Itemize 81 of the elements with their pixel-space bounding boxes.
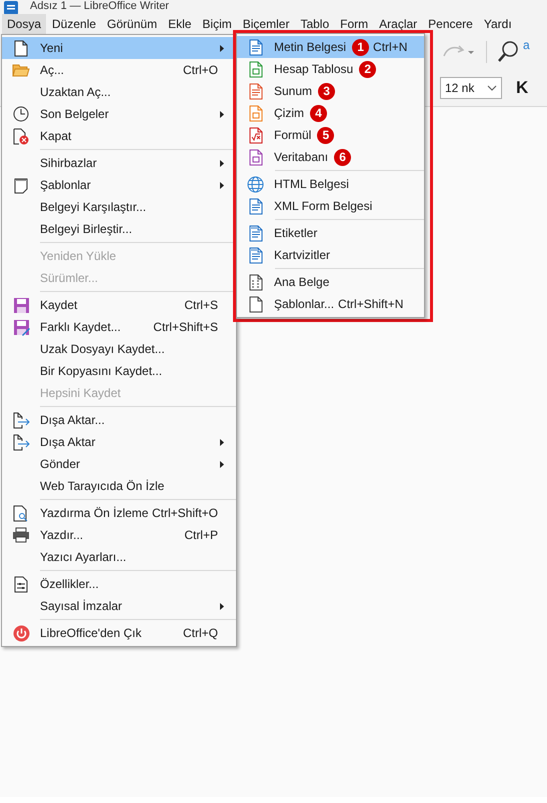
menu-item[interactable]: Gönder [2, 453, 236, 475]
menu-item[interactable]: XML Form Belgesi [237, 195, 424, 217]
menu-item[interactable]: Dışa Aktar [2, 431, 236, 453]
menu-item[interactable]: Uzak Dosyayı Kaydet... [2, 338, 236, 360]
menu-item[interactable]: Ana Belge [237, 271, 424, 293]
menu-item[interactable]: Çizim 4 [237, 102, 424, 124]
number-badge: 1 [352, 38, 370, 56]
label-sheet-icon [248, 246, 262, 264]
clock-icon [13, 106, 29, 122]
menu-item[interactable]: Yazdır... Ctrl+P [2, 524, 236, 546]
floppy-disk-pencil-icon [12, 318, 30, 336]
menu-item[interactable]: LibreOffice'den Çık Ctrl+Q [2, 622, 236, 644]
menu-item[interactable]: Yazdırma Ön İzleme Ctrl+Shift+O [2, 502, 236, 524]
globe-icon [247, 176, 264, 192]
menu-bar-item[interactable]: Ekle [163, 14, 196, 34]
template-icon [14, 176, 28, 194]
properties-icon [14, 576, 28, 592]
menu-item[interactable]: Belgeyi Birleştir... [2, 218, 236, 240]
label-sheet-icon [248, 224, 262, 242]
menu-bar-item[interactable]: Araçlar [374, 14, 422, 34]
folder-icon [12, 63, 30, 77]
menu-item[interactable]: Şablonlar [2, 174, 236, 196]
menu-item[interactable]: Etiketler [237, 222, 424, 244]
menu-bar-item[interactable]: Dosya [2, 14, 46, 34]
page-icon [14, 40, 28, 56]
menu-item[interactable]: Belgeyi Karşılaştır... [2, 196, 236, 218]
bold-button[interactable]: K [516, 78, 528, 98]
menu-item[interactable]: HTML Belgesi [237, 173, 424, 195]
menu-item[interactable]: Özellikler... [2, 573, 236, 595]
document-icon [248, 198, 262, 214]
menu-item[interactable]: Sayısal İmzalar [2, 595, 236, 617]
menu-bar-item[interactable]: Pencere [423, 14, 478, 34]
menu-item[interactable]: Aç... Ctrl+O [2, 59, 236, 81]
number-badge: 6 [334, 148, 352, 166]
menu-item[interactable]: Şablonlar... Ctrl+Shift+N [237, 293, 424, 315]
number-badge: 4 [310, 104, 327, 122]
menu-item[interactable]: Kapat [2, 125, 236, 147]
menu-bar-item[interactable]: Biçemler [238, 14, 294, 34]
dropdown-icon [487, 85, 497, 91]
menu-item[interactable]: Farklı Kaydet... Ctrl+Shift+S [2, 316, 236, 338]
document-icon [248, 82, 262, 100]
menu-item[interactable]: Formül 5 [237, 124, 424, 146]
menu-item[interactable]: Veritabanı 6 [237, 146, 424, 168]
menu-bar-item[interactable]: Yardı [478, 14, 517, 34]
document-icon [248, 274, 262, 290]
page-icon [248, 296, 262, 312]
document-icon [248, 148, 262, 166]
menu-bar-item[interactable]: Görünüm [102, 14, 162, 34]
print-preview-icon [13, 504, 29, 522]
printer-icon [12, 527, 30, 543]
menu-item[interactable]: Yazıcı Ayarları... [2, 546, 236, 568]
export-icon [12, 412, 30, 428]
menu-item[interactable]: Dışa Aktar... [2, 409, 236, 431]
spreadsheet-icon [248, 60, 262, 78]
menu-item[interactable]: Yeni [2, 37, 236, 59]
close-document-icon [13, 128, 29, 144]
menu-item[interactable]: Kaydet Ctrl+S [2, 294, 236, 316]
menu-bar-item[interactable]: Düzenle [47, 14, 102, 34]
document-icon [248, 126, 262, 144]
document-icon [248, 38, 262, 56]
find-replace-button[interactable]: a [497, 40, 530, 64]
window-title: Adsız 1 — LibreOffice Writer [30, 0, 169, 13]
number-badge: 5 [317, 126, 334, 144]
menu-item[interactable]: Metin Belgesi 1 Ctrl+N [237, 36, 424, 58]
menu-item[interactable]: Kartvizitler [237, 244, 424, 266]
menu-item[interactable]: Uzaktan Aç... [2, 81, 236, 103]
menu-bar-item[interactable]: Form [335, 14, 374, 34]
number-badge: 3 [318, 82, 336, 100]
menu-bar-item[interactable]: Tablo [295, 14, 334, 34]
menu-bar-item[interactable]: Biçim [197, 14, 237, 34]
menu-item[interactable]: Hesap Tablosu 2 [237, 58, 424, 80]
menu-item[interactable]: Bir Kopyasını Kaydet... [2, 360, 236, 382]
menu-item[interactable]: Son Belgeler [2, 103, 236, 125]
number-badge: 2 [359, 60, 376, 78]
menu-item[interactable]: Web Tarayıcıda Ön İzle [2, 475, 236, 497]
menu-item[interactable]: Sihirbazlar [2, 152, 236, 174]
export-icon [12, 434, 30, 450]
document-icon [248, 104, 262, 122]
power-icon [12, 624, 30, 642]
menu-item[interactable]: Sunum 3 [237, 80, 424, 102]
font-size-field[interactable]: 12 nk [440, 77, 502, 99]
